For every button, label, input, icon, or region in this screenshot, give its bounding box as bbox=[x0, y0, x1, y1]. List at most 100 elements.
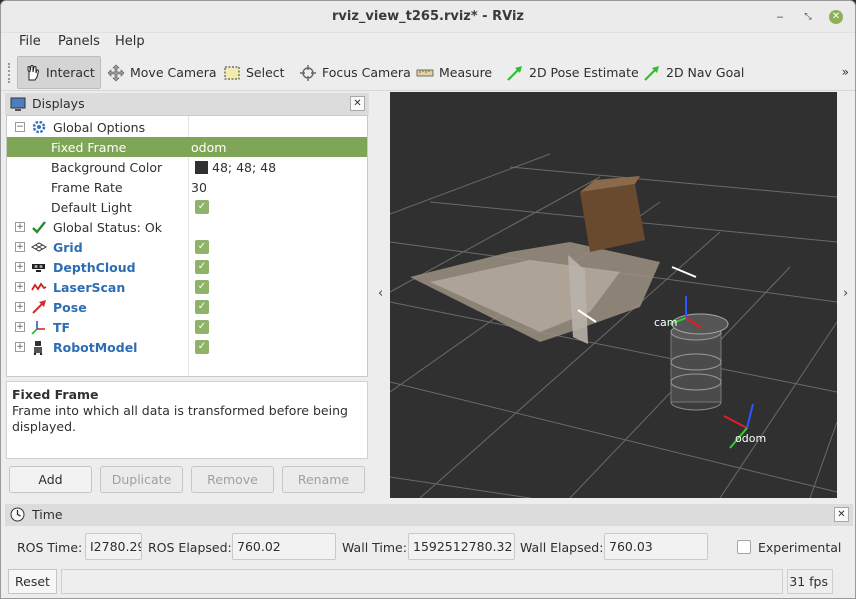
robot-icon bbox=[31, 339, 47, 356]
2d-pose-estimate-label: 2D Pose Estimate bbox=[529, 65, 639, 80]
row-name: Default Light bbox=[51, 200, 132, 215]
camera-frame-label: cam bbox=[654, 316, 678, 329]
2d-nav-goal-tool-button[interactable]: 2D Nav Goal bbox=[638, 56, 749, 89]
fps-indicator: 31 fps bbox=[787, 569, 833, 594]
wall-time-field[interactable]: 1592512780.32 bbox=[408, 533, 515, 560]
row-name: Frame Rate bbox=[51, 180, 123, 195]
row-name: DepthCloud bbox=[53, 260, 136, 275]
time-close-button[interactable]: ✕ bbox=[834, 507, 849, 522]
collapse-left-arrow[interactable]: ‹ bbox=[378, 286, 383, 301]
wall-elapsed-field[interactable]: 760.03 bbox=[604, 533, 708, 560]
close-window-button[interactable]: ✕ bbox=[829, 10, 843, 24]
measure-tool-button[interactable]: Measure bbox=[411, 56, 497, 89]
wall-elapsed-label: Wall Elapsed: bbox=[520, 540, 604, 555]
toolbar-grip[interactable] bbox=[8, 63, 11, 83]
scene-3d: cam odom bbox=[389, 153, 838, 499]
color-swatch bbox=[195, 161, 208, 174]
collapse-right-arrow[interactable]: › bbox=[843, 286, 848, 301]
displays-close-button[interactable]: ✕ bbox=[350, 96, 365, 111]
interact-tool-button[interactable]: Interact bbox=[17, 56, 101, 89]
collapse-toggle[interactable]: − bbox=[15, 122, 25, 132]
maximize-button[interactable]: ⤡ bbox=[801, 10, 815, 24]
add-display-button[interactable]: Add bbox=[9, 466, 92, 493]
expand-toggle[interactable]: + bbox=[15, 222, 25, 232]
displays-tree: − Global Options Fixed Frame odom Backgr… bbox=[6, 115, 368, 377]
tree-row-depthcloud[interactable]: + DepthCloud ✓ bbox=[7, 257, 367, 277]
tree-row-global-status[interactable]: + Global Status: Ok bbox=[7, 217, 367, 237]
displays-title: Displays bbox=[32, 96, 85, 111]
odom-frame-label: odom bbox=[735, 432, 766, 445]
frame-rate-value[interactable]: 30 bbox=[191, 180, 207, 195]
tree-row-tf[interactable]: + TF ✓ bbox=[7, 317, 367, 337]
tree-row-background-color[interactable]: Background Color 48; 48; 48 bbox=[7, 157, 367, 177]
depthcloud-enabled-checkbox[interactable]: ✓ bbox=[195, 260, 209, 274]
tree-row-default-light[interactable]: Default Light ✓ bbox=[7, 197, 367, 217]
wall-time-label: Wall Time: bbox=[342, 540, 407, 555]
row-name: Fixed Frame bbox=[51, 140, 127, 155]
row-name: Grid bbox=[53, 240, 83, 255]
remove-display-button[interactable]: Remove bbox=[191, 466, 274, 493]
move-camera-label: Move Camera bbox=[130, 65, 217, 80]
default-light-checkbox[interactable]: ✓ bbox=[195, 200, 209, 214]
expand-toggle[interactable]: + bbox=[15, 262, 25, 272]
green-arrow-icon bbox=[506, 64, 524, 82]
robot-model bbox=[670, 313, 729, 411]
experimental-checkbox[interactable] bbox=[737, 540, 751, 554]
background-color-value[interactable]: 48; 48; 48 bbox=[195, 160, 276, 175]
tree-row-frame-rate[interactable]: Frame Rate 30 bbox=[7, 177, 367, 197]
minimize-button[interactable]: ‒ bbox=[773, 10, 787, 24]
robotmodel-enabled-checkbox[interactable]: ✓ bbox=[195, 340, 209, 354]
select-tool-button[interactable]: Select bbox=[218, 56, 290, 89]
reset-button[interactable]: Reset bbox=[8, 569, 57, 594]
ros-elapsed-field[interactable]: 760.02 bbox=[232, 533, 336, 560]
row-name: Global Status: Ok bbox=[53, 220, 162, 235]
title-bar: rviz_view_t265.rviz* - RViz ‒ ⤡ ✕ bbox=[1, 1, 855, 33]
expand-toggle[interactable]: + bbox=[15, 242, 25, 252]
tree-row-global-options[interactable]: − Global Options bbox=[7, 117, 367, 137]
2d-pose-estimate-tool-button[interactable]: 2D Pose Estimate bbox=[501, 56, 644, 89]
menu-help[interactable]: Help bbox=[115, 34, 145, 49]
expand-toggle[interactable]: + bbox=[15, 302, 25, 312]
tree-row-pose[interactable]: + Pose ✓ bbox=[7, 297, 367, 317]
laserscan-icon bbox=[31, 279, 47, 295]
gear-icon bbox=[31, 119, 47, 135]
monitor-icon bbox=[10, 96, 26, 115]
expand-toggle[interactable]: + bbox=[15, 322, 25, 332]
tree-row-grid[interactable]: + Grid ✓ bbox=[7, 237, 367, 257]
green-arrow-icon bbox=[643, 64, 661, 82]
duplicate-display-button[interactable]: Duplicate bbox=[100, 466, 183, 493]
select-rect-icon bbox=[223, 64, 241, 82]
tree-row-robotmodel[interactable]: + RobotModel ✓ bbox=[7, 337, 367, 357]
row-name: Pose bbox=[53, 300, 87, 315]
row-name: LaserScan bbox=[53, 280, 126, 295]
tool-toolbar: Interact Move Camera Select Focus Camera… bbox=[1, 53, 855, 91]
render-viewport[interactable]: cam odom bbox=[389, 92, 838, 499]
laserscan-enabled-checkbox[interactable]: ✓ bbox=[195, 280, 209, 294]
toolbar-overflow-button[interactable]: » bbox=[842, 65, 849, 79]
description-text: Frame into which all data is transformed… bbox=[12, 403, 348, 434]
displays-panel: Displays ✕ − Global Options Fixed Frame … bbox=[5, 91, 369, 499]
cloud-box bbox=[580, 184, 645, 252]
time-panel: ROS Time: I2780.29 ROS Elapsed: 760.02 W… bbox=[5, 529, 853, 565]
expand-toggle[interactable]: + bbox=[15, 342, 25, 352]
focus-camera-tool-button[interactable]: Focus Camera bbox=[294, 56, 416, 89]
rename-display-button[interactable]: Rename bbox=[282, 466, 365, 493]
measure-label: Measure bbox=[439, 65, 493, 80]
menu-file[interactable]: File bbox=[19, 34, 41, 49]
background-color-text: 48; 48; 48 bbox=[212, 160, 277, 175]
pose-enabled-checkbox[interactable]: ✓ bbox=[195, 300, 209, 314]
fixed-frame-value[interactable]: odom bbox=[191, 140, 226, 155]
row-name: RobotModel bbox=[53, 340, 138, 355]
ros-time-field[interactable]: I2780.29 bbox=[85, 533, 142, 560]
rviz-window: rviz_view_t265.rviz* - RViz ‒ ⤡ ✕ File P… bbox=[0, 0, 856, 599]
property-description: Fixed Frame Frame into which all data is… bbox=[6, 381, 368, 459]
move-camera-tool-button[interactable]: Move Camera bbox=[102, 56, 222, 89]
move-camera-icon bbox=[107, 64, 125, 82]
menu-panels[interactable]: Panels bbox=[58, 34, 100, 49]
expand-toggle[interactable]: + bbox=[15, 282, 25, 292]
tree-row-fixed-frame[interactable]: Fixed Frame odom bbox=[7, 137, 367, 157]
grid-enabled-checkbox[interactable]: ✓ bbox=[195, 240, 209, 254]
row-name: TF bbox=[53, 320, 71, 335]
tree-row-laserscan[interactable]: + LaserScan ✓ bbox=[7, 277, 367, 297]
tf-enabled-checkbox[interactable]: ✓ bbox=[195, 320, 209, 334]
